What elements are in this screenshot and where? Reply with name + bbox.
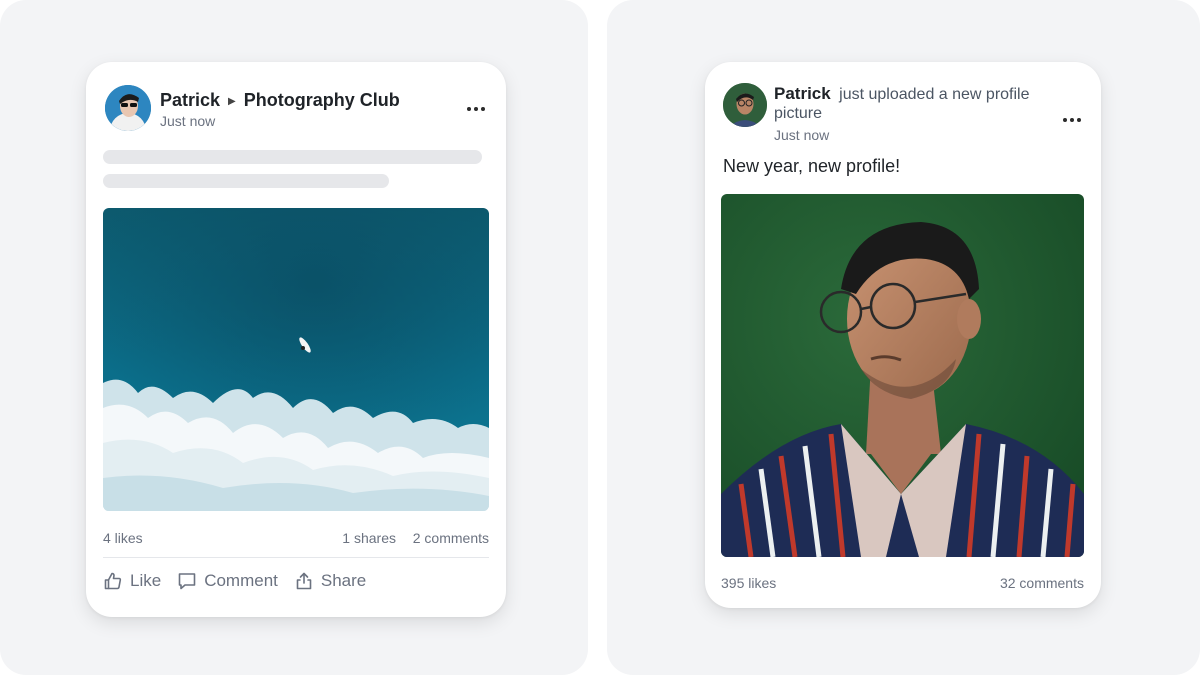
- likes-count[interactable]: 395 likes: [721, 575, 776, 591]
- post-card-profile-update: Patrick just uploaded a new profile pict…: [705, 62, 1101, 608]
- post-actions: Like Comment Share: [103, 571, 366, 591]
- share-button[interactable]: Share: [294, 571, 366, 591]
- share-label: Share: [320, 571, 367, 590]
- post-image[interactable]: [103, 208, 489, 511]
- post-timestamp: Just now: [774, 127, 830, 143]
- group-name[interactable]: Photography Club: [244, 90, 400, 110]
- author-avatar[interactable]: [723, 83, 767, 127]
- more-options-icon[interactable]: [467, 107, 485, 111]
- comment-button[interactable]: Comment: [177, 571, 278, 591]
- post-caption: New year, new profile!: [723, 156, 901, 176]
- comments-count[interactable]: 32 comments: [1000, 575, 1084, 591]
- post-timestamp: Just now: [160, 113, 216, 129]
- divider: [103, 557, 489, 558]
- author-name[interactable]: Patrick: [774, 84, 831, 103]
- comment-label: Comment: [204, 571, 278, 590]
- post-header: Patrick just uploaded a new profile pict…: [774, 84, 1054, 123]
- like-label: Like: [130, 571, 162, 590]
- more-options-icon[interactable]: [1063, 118, 1081, 122]
- shares-count[interactable]: 1 shares: [342, 530, 396, 546]
- likes-count[interactable]: 4 likes: [103, 530, 143, 546]
- text-placeholder-line: [103, 174, 389, 188]
- thumbs-up-icon: [103, 571, 123, 591]
- like-button[interactable]: Like: [103, 571, 161, 591]
- share-icon: [294, 571, 314, 591]
- post-image[interactable]: [721, 194, 1084, 557]
- comments-count[interactable]: 2 comments: [413, 530, 489, 546]
- post-card-group: Patrick ▶ Photography Club Just now 4 li…: [86, 62, 506, 617]
- comment-icon: [177, 571, 197, 591]
- text-placeholder-line: [103, 150, 482, 164]
- author-avatar[interactable]: [105, 85, 151, 131]
- post-header: Patrick ▶ Photography Club: [160, 89, 400, 113]
- triangle-right-icon: ▶: [228, 96, 236, 107]
- author-name[interactable]: Patrick: [160, 90, 220, 110]
